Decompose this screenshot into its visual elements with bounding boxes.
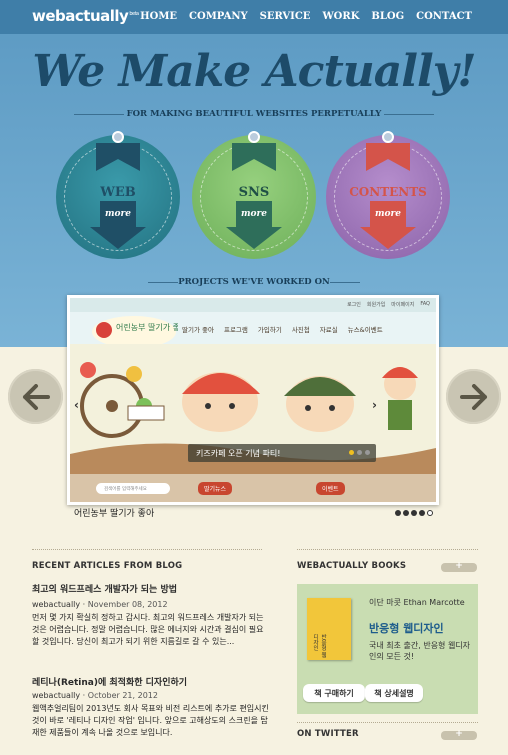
plus-icon: + xyxy=(455,561,463,571)
article-title[interactable]: 레티나(Retina)에 최적화한 디자인하기 xyxy=(32,675,187,688)
article-meta: webactually · November 08, 2012 xyxy=(32,600,168,609)
buy-book-button[interactable]: 책 구매하기 xyxy=(303,684,365,702)
inner-next-icon: › xyxy=(372,398,377,412)
pager-dot[interactable] xyxy=(419,510,425,516)
contents-badge[interactable]: CONTENTS more xyxy=(326,131,450,259)
site-menu-item: 사진첩 xyxy=(291,326,310,334)
hero-headline: We Make Actually! xyxy=(32,46,476,97)
top-navbar: webactuallybeta HOME COMPANY SERVICE WOR… xyxy=(0,0,508,34)
sns-label: SNS xyxy=(238,185,270,200)
site-footer-strip: 검색어를 입력해주세요 딸기뉴스 이벤트 xyxy=(70,474,436,502)
nav-work[interactable]: WORK xyxy=(322,11,359,22)
bookmark-icon xyxy=(366,143,410,171)
site-menu-item: 자료실 xyxy=(319,326,338,334)
book-card: 반응형 웹디자인 이단 마콧 Ethan Marcotte 반응형 웹디자인 국… xyxy=(297,584,478,714)
caption-dots xyxy=(349,450,370,455)
pager-dot[interactable] xyxy=(395,510,401,516)
books-divider xyxy=(297,549,478,550)
book-description: 국내 최초 출간, 반응형 웹디자인의 모든 것! xyxy=(369,641,471,661)
slide-caption: 키즈카페 오픈 기념 파티! xyxy=(188,444,376,462)
nav-home[interactable]: HOME xyxy=(140,11,177,22)
nav-service[interactable]: SERVICE xyxy=(260,11,311,22)
tagline-rule-right xyxy=(384,114,434,115)
article-author[interactable]: webactually xyxy=(32,691,80,700)
site-search: 검색어를 입력해주세요 xyxy=(96,483,170,494)
pager-dot[interactable] xyxy=(411,510,417,516)
book-detail-button[interactable]: 책 상세설명 xyxy=(365,684,423,702)
blog-heading: RECENT ARTICLES FROM BLOG xyxy=(32,561,183,571)
site-toplinks: 로그인 회원가입 마이페이지 FAQ xyxy=(347,301,430,308)
nav-blog[interactable]: BLOG xyxy=(371,11,404,22)
books-heading: WEBACTUALLY BOOKS xyxy=(297,561,407,571)
twitter-divider xyxy=(297,722,478,723)
badge-hole xyxy=(382,131,394,143)
cover-text: 반응형 웹디자인 xyxy=(312,634,326,658)
site-link: 로그인 xyxy=(347,302,361,308)
slide-pager xyxy=(395,510,433,516)
slider-prev-button[interactable] xyxy=(8,369,63,424)
site-menu: 딸기가 좋아 프로그램 가입하기 사진첩 자료실 뉴스&이벤트 xyxy=(182,324,383,334)
slide-title: 어린농부 딸기가 좋아 xyxy=(74,509,155,519)
sns-more[interactable]: more xyxy=(226,209,282,219)
pager-dot[interactable] xyxy=(427,510,433,516)
inner-prev-icon: ‹ xyxy=(74,398,79,412)
twitter-heading: ON TWITTER xyxy=(297,729,359,739)
hero-tagline: FOR MAKING BEAUTIFUL WEBSITES PERPETUALL… xyxy=(126,109,382,119)
site-logo[interactable]: webactuallybeta xyxy=(32,7,139,25)
arrow-right-icon xyxy=(460,384,487,410)
badge-hole xyxy=(112,131,124,143)
site-link: FAQ xyxy=(420,301,430,307)
nav-contact[interactable]: CONTACT xyxy=(416,11,472,22)
web-more[interactable]: more xyxy=(90,209,146,219)
article-author[interactable]: webactually xyxy=(32,600,80,609)
contents-label: CONTENTS xyxy=(349,185,427,199)
article-date: November 08, 2012 xyxy=(87,600,168,609)
site-logo-text: 어린농부 딸기가 좋아 xyxy=(116,322,178,332)
bookmark-icon xyxy=(232,143,276,171)
article-title[interactable]: 최고의 워드프레스 개발자가 되는 방법 xyxy=(32,582,177,595)
site-menu-item: 뉴스&이벤트 xyxy=(347,326,383,334)
book-cover[interactable]: 반응형 웹디자인 xyxy=(307,598,351,660)
site-menu-item: 딸기가 좋아 xyxy=(182,326,214,334)
twitter-more-button[interactable]: + xyxy=(441,729,477,740)
article-excerpt: 먼저 몇 가지 확실히 정하고 갑시다. 최고의 워드프레스 개발자가 되는 것… xyxy=(32,613,264,646)
arrow-left-icon xyxy=(23,384,50,410)
slider-next-button[interactable] xyxy=(446,369,501,424)
site-menu-item: 가입하기 xyxy=(257,326,282,334)
badge-hole xyxy=(248,131,260,143)
blog-divider xyxy=(32,549,262,550)
pager-dot[interactable] xyxy=(403,510,409,516)
contents-more[interactable]: more xyxy=(360,209,416,219)
article-date: October 21, 2012 xyxy=(87,691,158,700)
tagline-rule-left xyxy=(74,114,124,115)
article-excerpt: 웹액추얼리팀이 2013년도 회사 목표와 비전 리스트에 추가로 편입시킨 것… xyxy=(32,704,269,737)
site-tab: 딸기뉴스 xyxy=(198,482,233,495)
book-author: 이단 마콧 Ethan Marcotte xyxy=(369,598,465,607)
projects-rule-right xyxy=(330,282,360,283)
books-more-button[interactable]: + xyxy=(441,561,477,572)
sns-badge[interactable]: SNS more xyxy=(192,131,316,259)
site-link: 회원가입 xyxy=(366,302,386,308)
site-link: 마이페이지 xyxy=(391,302,415,308)
site-tab: 이벤트 xyxy=(316,482,345,495)
caption-text: 키즈카페 오픈 기념 파티! xyxy=(196,449,281,458)
site-menu-item: 프로그램 xyxy=(223,326,248,334)
projects-heading: PROJECTS WE'VE WORKED ON xyxy=(178,277,330,287)
web-badge[interactable]: WEB more xyxy=(56,131,180,259)
project-slide[interactable]: 로그인 회원가입 마이페이지 FAQ 어린농부 딸기가 좋아 딸기가 좋아 프로… xyxy=(67,295,439,505)
main-nav: HOME COMPANY SERVICE WORK BLOG CONTACT xyxy=(140,11,472,22)
project-screenshot: 로그인 회원가입 마이페이지 FAQ 어린농부 딸기가 좋아 딸기가 좋아 프로… xyxy=(70,298,436,502)
book-title[interactable]: 반응형 웹디자인 xyxy=(369,620,444,636)
web-label: WEB xyxy=(100,185,136,200)
article-meta: webactually · October 21, 2012 xyxy=(32,691,158,700)
plus-icon: + xyxy=(455,729,463,739)
bookmark-icon xyxy=(96,143,140,171)
nav-company[interactable]: COMPANY xyxy=(189,11,248,22)
